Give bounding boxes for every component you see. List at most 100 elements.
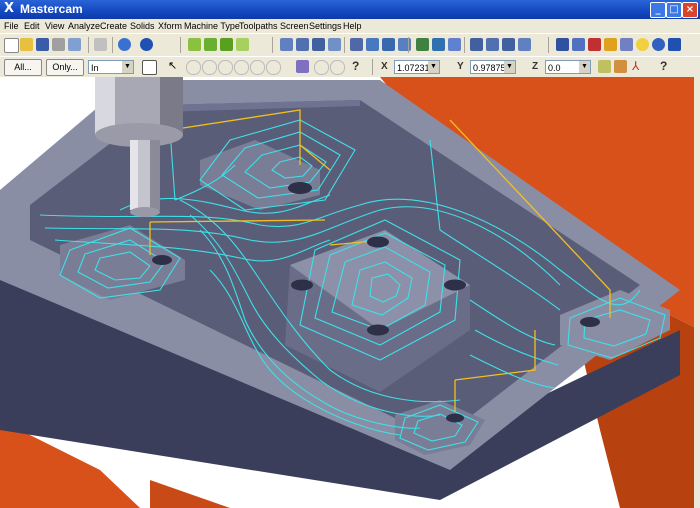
open-icon[interactable] [20,38,33,51]
circle-icon[interactable] [218,60,233,75]
cube-iso-icon[interactable] [236,38,249,51]
zoom-icon[interactable] [280,38,293,51]
circle-icon[interactable] [202,60,217,75]
grid-icon[interactable] [598,60,611,73]
separator [408,37,409,53]
close-button[interactable]: × [682,2,698,18]
circle-icon[interactable] [330,60,345,75]
print-icon[interactable] [52,38,65,51]
y-label: Y [457,61,464,72]
toolpaths-icon[interactable] [416,38,429,51]
title-bar: X Mastercam _ □ × [0,0,700,19]
level-select[interactable]: In ▼ [88,60,134,74]
mastercam-x-icon[interactable]: X [4,2,18,16]
menu-view[interactable]: View [45,21,64,31]
selection-filter-icon[interactable] [296,60,309,73]
pointer-icon[interactable]: ↖ [168,60,181,73]
menu-edit[interactable]: Edit [24,21,40,31]
chevron-down-icon[interactable]: ▼ [122,61,133,73]
menu-screen[interactable]: Screen [280,21,309,31]
help-icon[interactable]: ? [660,60,673,73]
z-label: Z [532,61,539,72]
help-icon[interactable]: ? [352,60,365,73]
x-label: X [381,61,388,72]
chevron-down-icon[interactable]: ▼ [428,61,439,73]
graphics-viewport[interactable] [0,77,700,508]
scale-icon[interactable] [518,38,531,51]
pencil-icon[interactable] [604,38,617,51]
new-file-icon[interactable] [4,38,19,53]
menu-toolpaths[interactable]: Toolpaths [239,21,278,31]
fit-icon[interactable] [296,38,309,51]
screen-views-icon[interactable] [118,38,131,51]
main-toolbar [0,33,700,57]
snap-icon[interactable] [614,60,627,73]
separator [548,37,549,53]
chevron-down-icon[interactable]: ▼ [504,61,515,73]
level-select-value: In [91,63,99,73]
delete-icon[interactable] [588,38,601,51]
circle-icon[interactable] [250,60,265,75]
separator [372,59,373,75]
menu-help[interactable]: Help [343,21,362,31]
bars-icon[interactable] [382,38,395,51]
circle-icon[interactable] [314,60,329,75]
selection-mode-icon[interactable] [142,60,157,75]
operations-icon[interactable] [432,38,445,51]
x-value: 1.07231 [397,63,430,73]
shading-icon[interactable] [140,38,153,51]
settings-icon[interactable] [668,38,681,51]
mirror-icon[interactable] [502,38,515,51]
minimize-button[interactable]: _ [650,2,666,18]
cube-front-icon[interactable] [204,38,217,51]
measure-icon[interactable] [366,38,379,51]
undo-icon[interactable] [94,38,107,51]
print-preview-icon[interactable] [68,38,81,51]
y-value: 0.97875 [473,63,506,73]
chain-icon[interactable] [398,38,411,51]
rotate-icon[interactable] [486,38,499,51]
menu-solids[interactable]: Solids [130,21,155,31]
screen-icon[interactable] [620,38,633,51]
select-only-button[interactable]: Only... [46,59,84,76]
separator [344,37,345,53]
analyze-icon[interactable] [350,38,363,51]
window-frame [694,77,700,508]
part-render [0,77,700,508]
z-coordinate-field[interactable]: 0.0 ▼ [545,60,591,74]
x-coordinate-field[interactable]: 1.07231 ▼ [394,60,440,74]
gear-icon[interactable] [652,38,665,51]
zoom-window-icon[interactable] [312,38,325,51]
circle-icon[interactable] [266,60,281,75]
menu-bar: File Edit View Analyze Create Solids Xfo… [0,19,700,33]
circle-icon[interactable] [234,60,249,75]
save-icon[interactable] [36,38,49,51]
maximize-button[interactable]: □ [666,2,682,18]
cube-top-icon[interactable] [188,38,201,51]
separator [180,37,181,53]
cube-side-icon[interactable] [220,38,233,51]
verify-icon[interactable] [448,38,461,51]
separator [464,37,465,53]
menu-settings[interactable]: Settings [309,21,342,31]
light-icon[interactable] [636,38,649,51]
chevron-down-icon[interactable]: ▼ [579,61,590,73]
menu-analyze[interactable]: Analyze [68,21,100,31]
unzoom-icon[interactable] [328,38,341,51]
z-value: 0.0 [548,63,561,73]
attribute-icon[interactable] [572,38,585,51]
y-coordinate-field[interactable]: 0.97875 ▼ [470,60,516,74]
menu-machine-type[interactable]: Machine Type [184,21,240,31]
select-all-button[interactable]: All... [4,59,42,76]
line-style-icon[interactable] [556,38,569,51]
menu-file[interactable]: File [4,21,19,31]
circle-icon[interactable] [186,60,201,75]
axis-icon[interactable]: ⅄ [632,60,645,73]
menu-create[interactable]: Create [100,21,127,31]
selection-toolbar: All... Only... In ▼ ↖ ? X 1.07231 ▼ Y 0.… [0,56,700,78]
separator [272,37,273,53]
translate-icon[interactable] [470,38,483,51]
menu-xform[interactable]: Xform [158,21,182,31]
window-title: Mastercam [20,2,83,16]
separator [88,37,89,53]
